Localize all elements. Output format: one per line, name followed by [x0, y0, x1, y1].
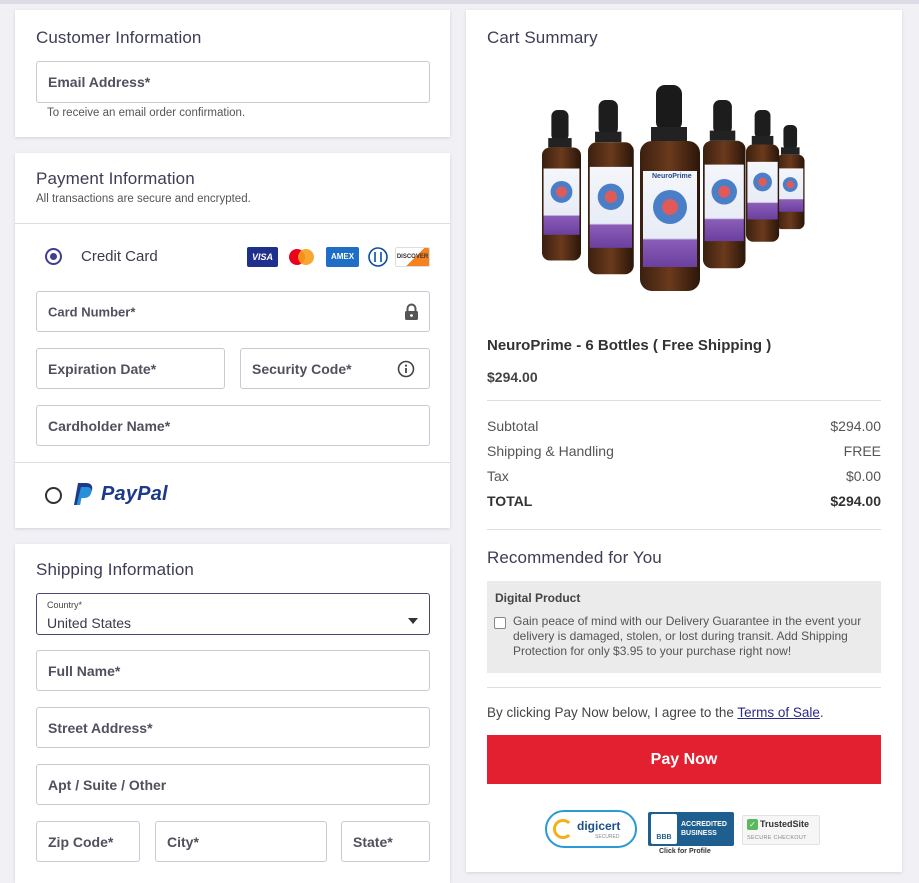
digicert-sub: SECURED — [595, 834, 620, 840]
payment-info-title: Payment Information — [36, 169, 195, 188]
terms-suffix: . — [819, 705, 824, 720]
zip-code-label: Zip Code* — [48, 833, 114, 850]
pay-now-button[interactable]: Pay Now — [487, 735, 881, 784]
email-field-label: Email Address* — [48, 74, 151, 90]
trustedsite-check-icon: ✓ — [747, 819, 758, 830]
visa-icon: VISA — [247, 247, 278, 267]
payment-divider-top — [15, 223, 450, 224]
digicert-check-icon — [553, 819, 573, 839]
full-name-field[interactable]: Full Name* — [36, 650, 430, 691]
shipping-row: Shipping & Handling FREE — [487, 443, 881, 459]
bbb-line1: ACCREDITED — [681, 821, 727, 828]
tax-label: Tax — [487, 468, 509, 484]
card-number-field[interactable]: Card Number* — [36, 291, 430, 332]
city-label: City* — [167, 833, 199, 850]
cart-divider-1 — [487, 400, 881, 401]
payment-info-card — [15, 153, 450, 528]
subtotal-value: $294.00 — [830, 418, 881, 434]
shipping-protection-checkbox[interactable] — [494, 617, 506, 629]
expiration-date-label: Expiration Date* — [48, 360, 157, 377]
cardholder-name-field[interactable]: Cardholder Name* — [36, 405, 430, 446]
security-code-label: Security Code* — [252, 360, 352, 377]
terms-of-sale-link[interactable]: Terms of Sale — [737, 705, 820, 720]
lock-icon — [404, 303, 419, 326]
product-price: $294.00 — [487, 369, 538, 385]
chevron-down-icon — [408, 611, 418, 629]
payment-divider-bottom — [15, 462, 450, 463]
discover-icon: DISCOVER — [395, 247, 430, 267]
amex-icon: AMEX — [326, 247, 359, 267]
state-field[interactable]: State* — [341, 821, 430, 862]
subtotal-row: Subtotal $294.00 — [487, 418, 881, 434]
expiration-date-field[interactable]: Expiration Date* — [36, 348, 225, 389]
shipping-value: FREE — [843, 443, 881, 459]
country-value: United States — [47, 615, 132, 631]
country-select[interactable]: Country* United States — [36, 593, 430, 635]
cart-summary-title: Cart Summary — [487, 28, 598, 47]
shipping-info-title: Shipping Information — [36, 560, 194, 579]
diners-icon — [366, 247, 390, 267]
digital-product-title: Digital Product — [495, 591, 581, 605]
security-code-field[interactable]: Security Code* — [240, 348, 430, 389]
total-label: TOTAL — [487, 493, 533, 509]
trustedsite-badge[interactable]: ✓ TrustedSite SECURE CHECKOUT — [742, 815, 820, 845]
zip-code-field[interactable]: Zip Code* — [36, 821, 140, 862]
credit-card-radio[interactable] — [45, 248, 62, 265]
terms-prefix: By clicking Pay Now below, I agree to th… — [487, 705, 738, 720]
payment-info-subtitle: All transactions are secure and encrypte… — [36, 193, 251, 205]
shipping-label: Shipping & Handling — [487, 443, 614, 459]
bottle-2 — [588, 100, 634, 275]
mastercard-icon — [285, 247, 318, 267]
apt-suite-label: Apt / Suite / Other — [48, 776, 167, 793]
cart-divider-3 — [487, 687, 881, 688]
paypal-radio[interactable] — [45, 487, 62, 504]
bottle-6 — [776, 125, 805, 230]
total-row: TOTAL $294.00 — [487, 493, 881, 509]
bbb-click-profile[interactable]: Click for Profile — [659, 848, 711, 855]
apt-suite-field[interactable]: Apt / Suite / Other — [36, 764, 430, 805]
tax-row: Tax $0.00 — [487, 468, 881, 484]
bbb-line2: BUSINESS — [681, 830, 717, 837]
bbb-badge[interactable]: BBB ACCREDITED BUSINESS — [648, 812, 734, 846]
digicert-badge[interactable]: digicert SECURED — [545, 810, 637, 848]
product-image: NeuroPrime — [540, 85, 815, 295]
top-border — [0, 0, 919, 4]
full-name-label: Full Name* — [48, 662, 121, 679]
bottle-5 — [746, 110, 780, 242]
street-address-field[interactable]: Street Address* — [36, 707, 430, 748]
cardholder-name-label: Cardholder Name* — [48, 417, 171, 434]
credit-card-label: Credit Card — [81, 248, 158, 265]
card-number-label: Card Number* — [48, 304, 136, 319]
paypal-label: PayPal — [101, 482, 168, 505]
shipping-protection-text: Gain peace of mind with our Delivery Gua… — [513, 614, 862, 658]
digital-product-box: Digital Product Gain peace of mind with … — [487, 581, 881, 673]
bottle-brand-label: NeuroPrime — [652, 173, 692, 180]
paypal-icon — [74, 483, 93, 505]
bottle-1 — [542, 110, 581, 261]
street-address-label: Street Address* — [48, 719, 153, 736]
recommended-title: Recommended for You — [487, 548, 662, 567]
bottle-4 — [703, 100, 746, 269]
terms-text: By clicking Pay Now below, I agree to th… — [487, 705, 824, 720]
email-field[interactable]: Email Address* — [36, 61, 430, 103]
tax-value: $0.00 — [845, 468, 881, 484]
trustedsite-label: TrustedSite — [760, 819, 810, 829]
trustedsite-sub: SECURE CHECKOUT — [747, 835, 807, 841]
info-icon[interactable] — [397, 360, 415, 383]
cart-divider-2 — [487, 529, 881, 530]
digicert-label: digicert — [577, 819, 621, 833]
paypal-logo[interactable]: PayPal — [73, 481, 168, 507]
bottle-3 — [640, 85, 700, 291]
bbb-icon: BBB — [651, 814, 677, 844]
country-label: Country* — [47, 600, 83, 610]
state-label: State* — [353, 833, 393, 850]
email-hint: To receive an email order confirmation. — [47, 107, 246, 119]
city-field[interactable]: City* — [155, 821, 327, 862]
product-name: NeuroPrime - 6 Bottles ( Free Shipping ) — [487, 337, 772, 354]
customer-info-title: Customer Information — [36, 28, 202, 47]
total-value: $294.00 — [830, 493, 881, 509]
subtotal-label: Subtotal — [487, 418, 539, 434]
